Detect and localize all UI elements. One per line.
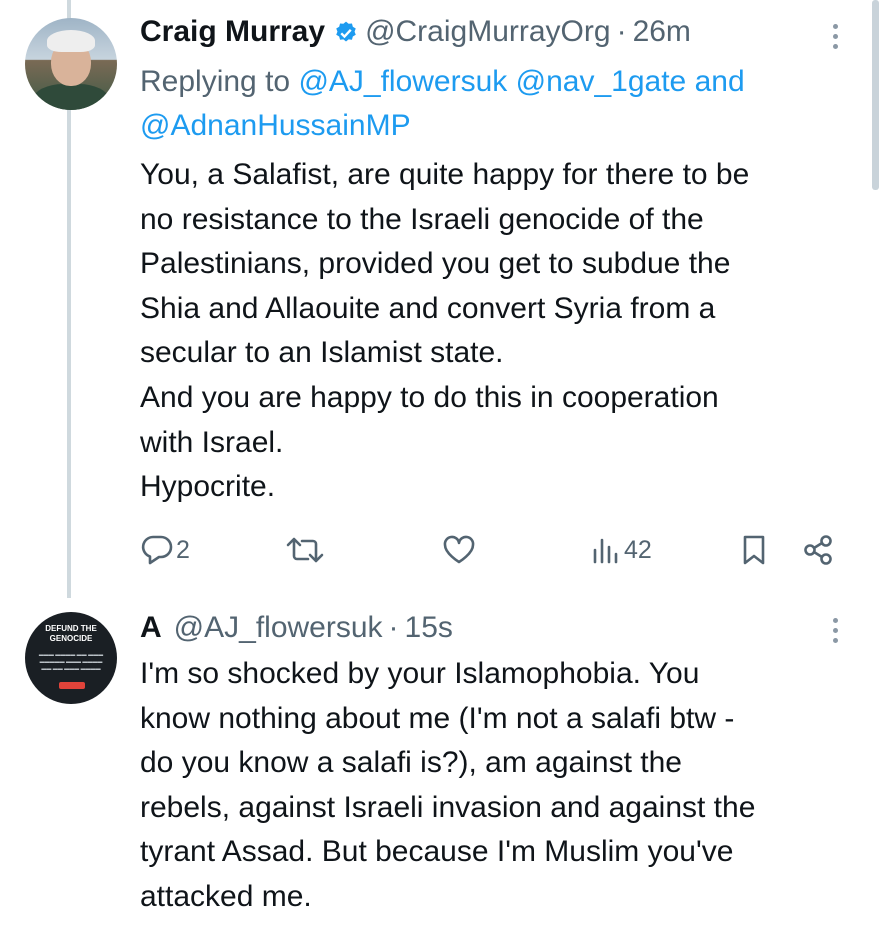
tweet-header: Craig Murray @CraigMurrayOrg · 26m xyxy=(140,14,691,50)
reply-count: 2 xyxy=(176,535,190,564)
more-vertical-icon[interactable] xyxy=(833,618,839,648)
retweet-button[interactable] xyxy=(285,530,325,570)
reply-icon xyxy=(141,535,173,565)
tweet-text: You, a Salafist, are quite happy for the… xyxy=(140,158,750,504)
separator-dot: · xyxy=(388,611,399,644)
views-button[interactable]: 42 xyxy=(592,530,652,570)
view-count: 42 xyxy=(624,535,652,564)
scrollbar[interactable] xyxy=(872,0,879,190)
mention-conjunction: and xyxy=(694,65,745,98)
avatar-title: DEFUND THE GENOCIDE xyxy=(45,624,97,643)
views-icon xyxy=(593,538,618,564)
avatar-button xyxy=(59,682,85,689)
avatar-text-block: ▬▬▬ ▬▬▬▬ ▬▬ ▬▬▬ ▬▬▬▬▬ ▬▬▬ ▬▬▬▬ ▬▬ ▬▬ ▬▬▬… xyxy=(38,652,104,672)
bookmark-icon xyxy=(743,535,765,565)
author-name[interactable]: Craig Murray xyxy=(140,14,325,50)
author-name[interactable]: A xyxy=(140,610,162,646)
mention-link[interactable]: @nav_1gate xyxy=(516,65,687,98)
mention-link[interactable]: @AJ_flowersuk xyxy=(298,65,507,98)
share-button[interactable] xyxy=(802,530,834,570)
author-handle[interactable]: @CraigMurrayOrg xyxy=(365,14,611,50)
avatar[interactable] xyxy=(25,18,117,110)
avatar-shirt xyxy=(33,84,109,110)
like-button[interactable] xyxy=(442,530,476,570)
tweet-text: I'm so shocked by your Islamophobia. You… xyxy=(140,657,756,913)
tweet-actions: 2 42 xyxy=(140,530,840,570)
reply-button[interactable]: 2 xyxy=(140,530,190,570)
verified-badge-icon xyxy=(333,19,359,45)
avatar[interactable]: DEFUND THE GENOCIDE ▬▬▬ ▬▬▬▬ ▬▬ ▬▬▬ ▬▬▬▬… xyxy=(25,612,117,704)
tweet-header: A @AJ_flowersuk · 15s xyxy=(140,610,453,646)
replying-to: Replying to @AJ_flowersuk @nav_1gate and… xyxy=(140,60,820,148)
timestamp[interactable]: 15s xyxy=(405,610,453,646)
separator-dot: · xyxy=(616,15,627,48)
share-icon xyxy=(804,535,832,565)
retweet-icon xyxy=(286,537,324,563)
avatar-hair xyxy=(47,30,95,52)
mention-link[interactable]: @AdnanHussainMP xyxy=(140,109,411,142)
replying-prefix: Replying to xyxy=(140,65,291,98)
timestamp[interactable]: 26m xyxy=(633,14,691,50)
author-handle[interactable]: @AJ_flowersuk xyxy=(174,610,383,646)
heart-icon xyxy=(443,535,475,564)
bookmark-button[interactable] xyxy=(740,530,768,570)
more-vertical-icon[interactable] xyxy=(833,24,839,54)
